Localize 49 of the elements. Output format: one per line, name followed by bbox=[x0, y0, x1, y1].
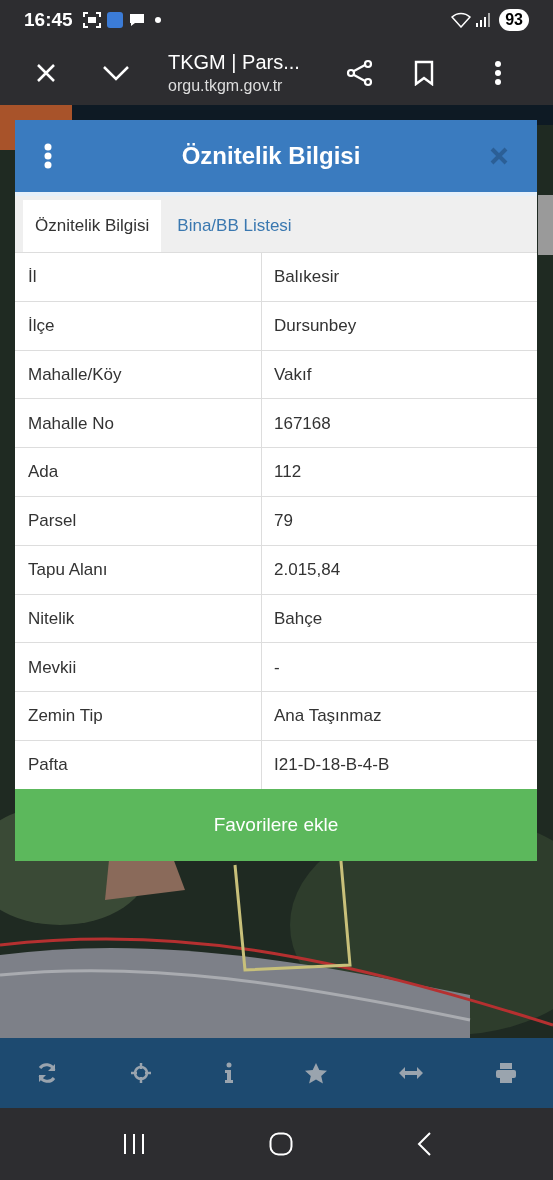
print-icon[interactable] bbox=[495, 1062, 518, 1084]
table-cell: Mahalle No bbox=[15, 399, 262, 448]
info-icon[interactable] bbox=[223, 1062, 234, 1084]
table-cell-text: 2.015,84 bbox=[273, 558, 342, 581]
table-cell: Nitelik bbox=[15, 594, 262, 643]
chevron-down-icon[interactable] bbox=[102, 64, 130, 81]
wifi-icon bbox=[451, 12, 472, 28]
star-icon[interactable] bbox=[305, 1062, 328, 1084]
table-cell: İlçe bbox=[15, 301, 262, 350]
back-icon[interactable] bbox=[417, 1132, 432, 1156]
double-arrow-icon[interactable] bbox=[399, 1067, 424, 1079]
status-time: 16:45 bbox=[24, 7, 73, 32]
menu-icon[interactable] bbox=[43, 143, 53, 169]
app-icon bbox=[106, 12, 123, 28]
dialog-title: Öznitelik Bilgisi bbox=[180, 141, 362, 171]
page-title: TKGM | Pars... bbox=[168, 49, 301, 75]
table-cell: İl bbox=[15, 253, 262, 301]
recent-apps-icon[interactable] bbox=[121, 1133, 146, 1155]
table-cell: Tapu Alanı bbox=[15, 545, 262, 594]
table-cell: Zemin Tip bbox=[15, 692, 262, 740]
tab[interactable]: Bina/BB Listesi bbox=[161, 200, 308, 252]
table-cell-text: I21-D-18-B-4-B bbox=[273, 754, 391, 777]
page-url: orgu.tkgm.gov.tr bbox=[168, 75, 284, 96]
table-cell: Parsel bbox=[15, 497, 262, 545]
dot-icon bbox=[154, 17, 161, 23]
table-cell: Mahalle/Köy bbox=[15, 350, 262, 399]
table-cell-text: Balıkesir bbox=[273, 266, 341, 289]
battery-level: 93 bbox=[499, 9, 529, 31]
table-cell-text: Dursunbey bbox=[273, 314, 358, 337]
crosshair-icon[interactable] bbox=[129, 1062, 152, 1084]
table-cell: Mevkii bbox=[15, 643, 262, 692]
table-cell-text: 112 bbox=[273, 461, 303, 484]
table-cell-text: - bbox=[273, 656, 281, 679]
more-icon[interactable] bbox=[494, 59, 502, 86]
table-cell: Pafta bbox=[15, 740, 262, 789]
table-cell-text: Bahçe bbox=[273, 607, 324, 630]
table-cell-text: Vakıf bbox=[273, 363, 313, 386]
chat-icon bbox=[128, 13, 145, 27]
bookmark-icon[interactable] bbox=[414, 59, 434, 86]
table-cell-text: 79 bbox=[273, 510, 294, 533]
tab[interactable]: Öznitelik Bilgisi bbox=[23, 200, 162, 252]
screenshot-icon bbox=[82, 12, 101, 28]
home-icon[interactable] bbox=[269, 1132, 294, 1156]
share-icon[interactable] bbox=[346, 58, 374, 87]
table-cell-text: Ana Taşınmaz bbox=[273, 705, 383, 728]
signal-icon bbox=[475, 12, 492, 28]
favorite-button[interactable]: Favorilere ekle bbox=[15, 788, 537, 861]
table-cell: Ada bbox=[15, 448, 262, 496]
table-cell-text: 167168 bbox=[273, 412, 332, 435]
